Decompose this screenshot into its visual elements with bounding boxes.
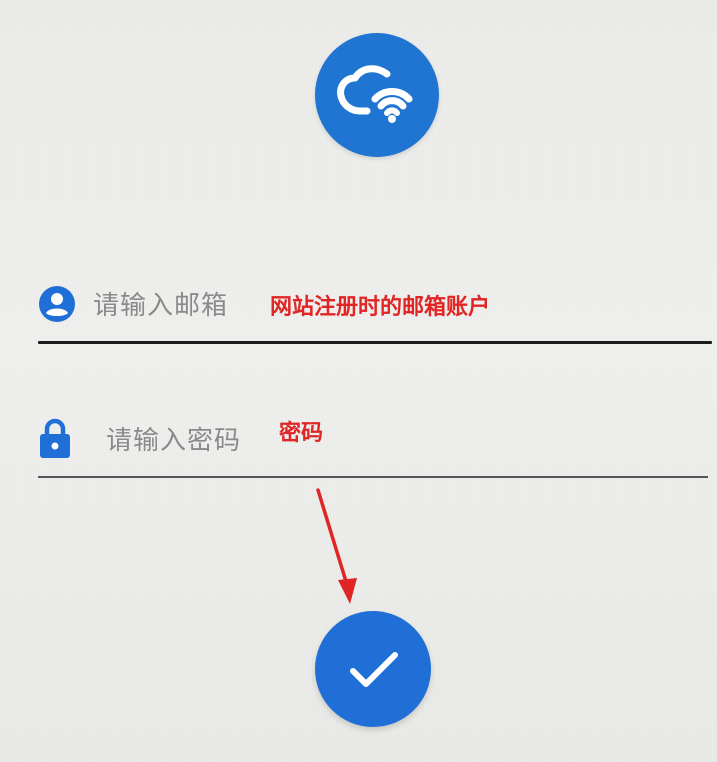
account-circle-icon bbox=[38, 285, 76, 323]
email-annotation: 网站注册时的邮箱账户 bbox=[270, 295, 491, 320]
password-placeholder: 请输入密码 bbox=[106, 426, 242, 456]
submit-button[interactable] bbox=[315, 611, 431, 727]
password-field-underline bbox=[38, 476, 708, 478]
check-icon bbox=[350, 652, 398, 687]
login-screen: 请输入邮箱 网站注册时的邮箱账户 请输入密码 密码 bbox=[0, 0, 717, 762]
app-logo bbox=[315, 33, 439, 157]
email-placeholder: 请输入邮箱 bbox=[93, 291, 229, 321]
lock-icon bbox=[38, 416, 72, 460]
password-annotation: 密码 bbox=[279, 421, 324, 446]
red-arrow-icon bbox=[316, 488, 357, 604]
email-field-underline bbox=[38, 341, 712, 344]
password-input[interactable]: 请输入密码 bbox=[106, 425, 241, 457]
cloud-wifi-icon bbox=[337, 65, 413, 123]
email-input[interactable]: 请输入邮箱 bbox=[93, 290, 228, 322]
